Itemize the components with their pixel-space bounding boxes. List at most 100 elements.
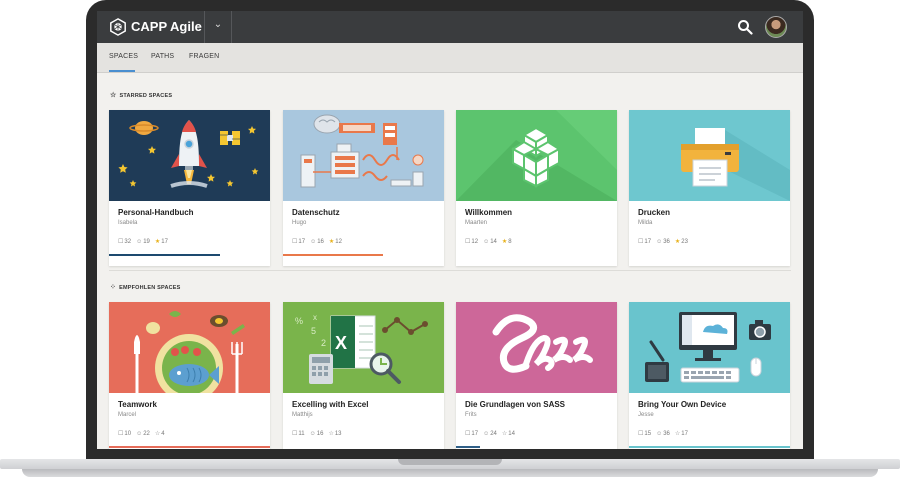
star-count: 8: [508, 239, 512, 245]
search-icon[interactable]: [737, 19, 753, 35]
star-count: 13: [334, 431, 342, 437]
user-avatar[interactable]: [765, 16, 787, 38]
svg-text:2: 2: [321, 338, 326, 348]
star-filled-icon[interactable]: ★: [502, 238, 507, 245]
bookmark-count: 15: [644, 431, 652, 437]
user-count: 19: [143, 239, 150, 245]
bookmark-icon: ☐: [465, 431, 471, 437]
space-title: Teamwork: [118, 400, 157, 409]
star-outline-icon[interactable]: ☆: [675, 430, 680, 437]
star-outline-icon[interactable]: ☆: [502, 430, 507, 437]
star-outline-icon[interactable]: ☆: [155, 430, 160, 437]
bookmark-count: 17: [471, 431, 479, 437]
star-outline-icon: ☆: [110, 92, 117, 99]
space-owner: Isabela: [118, 220, 138, 226]
star-count: 17: [681, 431, 688, 437]
space-card[interactable]: Willkommen Maarten ☐12 ☺14 ★8: [456, 110, 617, 266]
user-count: 24: [490, 431, 497, 437]
space-thumbnail-sass-logo: [456, 302, 617, 393]
bookmark-count: 10: [124, 431, 132, 437]
capp-logo-icon[interactable]: [109, 18, 127, 36]
space-title: Personal-Handbuch: [118, 208, 194, 217]
space-card[interactable]: Teamwork Marcel ☐10 ☺22 ☆4: [109, 302, 270, 449]
svg-text:5: 5: [311, 326, 316, 336]
svg-text:%: %: [295, 316, 303, 326]
space-progress-bar: [629, 446, 790, 448]
star-filled-icon[interactable]: ★: [675, 238, 680, 245]
bookmark-icon: ☐: [465, 239, 471, 245]
user-count: 22: [143, 431, 150, 437]
bookmark-icon: ☐: [638, 239, 644, 245]
star-filled-icon[interactable]: ★: [329, 238, 334, 245]
star-filled-icon[interactable]: ★: [155, 238, 160, 245]
star-count: 4: [161, 431, 165, 437]
space-owner: Hugo: [292, 220, 307, 226]
space-card[interactable]: Bring Your Own Device Jesse ☐15 ☺36 ☆17: [629, 302, 790, 449]
bookmark-icon: ☐: [638, 431, 644, 437]
laptop-base: [0, 459, 900, 479]
tab-paths[interactable]: PATHS: [151, 53, 174, 60]
recommended-spaces-heading: ⁘ EMPFOHLEN SPACES: [110, 284, 181, 291]
user-count: 16: [316, 431, 324, 437]
user-icon: ☺: [483, 239, 490, 245]
svg-text:X: X: [335, 333, 347, 353]
space-title: Datenschutz: [292, 208, 340, 217]
space-card[interactable]: % 5 2 x X Excelling with Excel Matthijs …: [283, 302, 444, 449]
star-count: 12: [335, 239, 342, 245]
star-outline-icon[interactable]: ☆: [328, 430, 333, 437]
user-count: 14: [490, 239, 497, 245]
space-progress-bar: [456, 446, 481, 448]
space-title: Excelling with Excel: [292, 400, 369, 409]
tab-spaces[interactable]: SPACES: [109, 53, 138, 60]
space-owner: Matthijs: [292, 412, 313, 418]
user-count: 36: [663, 431, 670, 437]
section-divider: [109, 270, 791, 271]
space-card[interactable]: Personal-Handbuch Isabela ☐32 ☺19 ★17: [109, 110, 270, 266]
space-stats: ☐32 ☺19 ★17: [118, 238, 168, 245]
space-thumbnail-printer: [629, 110, 790, 201]
user-icon: ☺: [656, 431, 663, 437]
bookmark-icon: ☐: [118, 239, 124, 245]
space-progress-bar: [283, 254, 383, 256]
space-progress-bar: [109, 446, 270, 448]
space-card[interactable]: Datenschutz Hugo ☐17 ☺16 ★12: [283, 110, 444, 266]
user-icon: ☺: [483, 431, 490, 437]
space-stats: ☐17 ☺24 ☆14: [465, 430, 515, 437]
space-thumbnail-excel: % 5 2 x X: [283, 302, 444, 393]
bookmark-count: 11: [298, 431, 305, 437]
bookmark-icon: ☐: [292, 431, 298, 437]
space-owner: Frits: [465, 412, 477, 418]
space-title: Die Grundlagen von SASS: [465, 400, 566, 409]
starred-spaces-heading: ☆ STARRED SPACES: [110, 92, 173, 99]
user-icon: ☺: [310, 239, 317, 245]
app-switcher-chevron-down-icon[interactable]: ⌄: [209, 19, 227, 35]
topbar-divider: [204, 11, 205, 43]
space-stats: ☐11 ☺16 ☆13: [292, 430, 342, 437]
tab-fragen[interactable]: FRAGEN: [189, 53, 219, 60]
space-title: Drucken: [638, 208, 671, 217]
space-thumbnail-food: [109, 302, 270, 393]
svg-text:x: x: [313, 313, 317, 322]
space-stats: ☐10 ☺22 ☆4: [118, 430, 165, 437]
app-screen: CAPP Agile ⌄ SPACES PATHS FRAGEN ☆ STARRE…: [97, 11, 803, 449]
space-card[interactable]: Die Grundlagen von SASS Frits ☐17 ☺24 ☆14: [456, 302, 617, 449]
user-icon: ☺: [656, 239, 663, 245]
app-title[interactable]: CAPP Agile: [131, 19, 202, 34]
bookmark-icon: ☐: [118, 431, 124, 437]
bookmark-count: 17: [644, 239, 652, 245]
space-thumbnail-rocket: [109, 110, 270, 201]
star-count: 17: [161, 239, 168, 245]
sub-navigation: SPACES PATHS FRAGEN: [97, 43, 803, 73]
space-stats: ☐12 ☺14 ★8: [465, 238, 512, 245]
bookmark-count: 32: [124, 239, 132, 245]
space-thumbnail-devices: [629, 302, 790, 393]
user-count: 16: [317, 239, 324, 245]
space-title: Willkommen: [465, 208, 513, 217]
user-count: 36: [663, 239, 670, 245]
space-owner: Jesse: [638, 412, 654, 418]
space-owner: Marcel: [118, 412, 137, 418]
user-icon: ☺: [136, 239, 143, 245]
bookmark-count: 12: [471, 239, 479, 245]
space-thumbnail-data-flow: [283, 110, 444, 201]
space-card[interactable]: Drucken Milda ☐17 ☺36 ★23: [629, 110, 790, 266]
